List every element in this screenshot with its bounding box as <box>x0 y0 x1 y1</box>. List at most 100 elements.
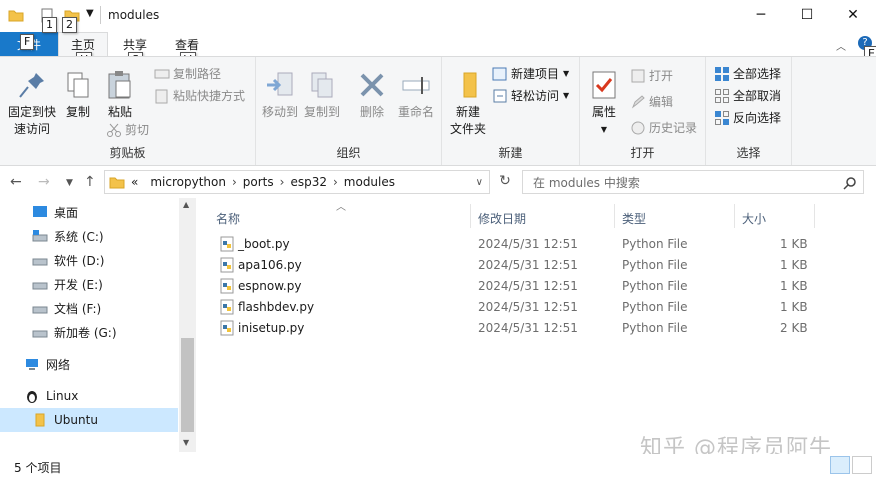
cut-button[interactable]: 剪切 <box>106 121 149 138</box>
table-row[interactable]: flashbdev.py 2024/5/31 12:51 Python File… <box>216 297 816 318</box>
column-size[interactable]: 大小 <box>736 206 814 230</box>
clipboard-group: 固定到快 速访问 复制 粘贴 复制路径 粘贴快捷方式 剪切 剪贴板 <box>0 57 256 165</box>
nav-scrollbar[interactable]: ▲ ▼ <box>179 198 196 452</box>
nav-item-linux[interactable]: Linux <box>0 384 178 408</box>
easy-access-icon <box>493 89 507 102</box>
column-divider[interactable] <box>470 204 471 228</box>
edit-label: 编辑 <box>649 95 674 109</box>
delete-button[interactable]: 删除 <box>354 69 390 121</box>
column-divider[interactable] <box>734 204 735 228</box>
pin-label-1: 固定到快 <box>7 105 56 119</box>
easy-access-button[interactable]: 轻松访问 ▼ <box>492 87 569 104</box>
column-date[interactable]: 修改日期 <box>472 206 612 230</box>
paste-shortcut-button[interactable]: 粘贴快捷方式 <box>154 87 245 104</box>
new-folder-button[interactable]: 新建 文件夹 <box>448 69 488 138</box>
column-divider[interactable] <box>614 204 615 228</box>
file-date: 2024/5/31 12:51 <box>478 300 578 314</box>
nav-label: 网络 <box>46 357 71 372</box>
file-type: Python File <box>622 300 688 314</box>
file-type: Python File <box>622 321 688 335</box>
python-file-icon <box>220 320 234 336</box>
nav-item-desktop[interactable]: 桌面 <box>0 200 178 224</box>
table-row[interactable]: _boot.py 2024/5/31 12:51 Python File 1 K… <box>216 234 816 255</box>
nav-label: 系统 (C:) <box>54 229 104 244</box>
history-label: 历史记录 <box>649 121 698 135</box>
table-row[interactable]: inisetup.py 2024/5/31 12:51 Python File … <box>216 318 816 339</box>
select-all-button[interactable]: 全部选择 <box>714 65 781 82</box>
scroll-up-icon[interactable]: ▲ <box>183 200 189 209</box>
copy-button[interactable]: 复制 <box>62 69 94 121</box>
breadcrumb-esp32[interactable]: esp32 <box>290 175 327 189</box>
history-button[interactable]: 历史记录 <box>630 119 697 136</box>
copy-path-icon <box>154 69 170 78</box>
copy-path-button[interactable]: 复制路径 <box>154 65 221 82</box>
nav-scrollbar-thumb[interactable] <box>181 338 194 432</box>
select-none-button[interactable]: 全部取消 <box>714 87 781 104</box>
nav-item-drive-g[interactable]: 新加卷 (G:) <box>0 320 178 344</box>
rename-button[interactable]: 重命名 <box>394 69 438 121</box>
breadcrumb-overflow[interactable]: « <box>131 175 138 189</box>
column-type[interactable]: 类型 <box>616 206 734 230</box>
properties-button[interactable]: 属性 ▼ <box>588 69 620 138</box>
paste-button[interactable]: 粘贴 <box>104 69 136 121</box>
maximize-button[interactable]: ☐ <box>784 0 830 30</box>
breadcrumb-ports[interactable]: ports <box>243 175 274 189</box>
nav-item-drive-e[interactable]: 开发 (E:) <box>0 272 178 296</box>
edit-button[interactable]: 编辑 <box>630 93 673 110</box>
scroll-down-icon[interactable]: ▼ <box>183 438 189 447</box>
copy-to-button[interactable]: 复制到 <box>302 69 342 121</box>
nav-item-drive-c[interactable]: 系统 (C:) <box>0 224 178 248</box>
nav-item-ubuntu[interactable]: Ubuntu <box>0 408 178 432</box>
pin-icon <box>19 73 44 98</box>
address-folder-icon <box>109 177 125 189</box>
new-item-button[interactable]: 新建项目 ▼ <box>492 65 569 82</box>
breadcrumb-micropython[interactable]: micropython <box>150 175 226 189</box>
forward-arrow-icon[interactable]: → <box>38 174 50 190</box>
breadcrumb-separator-icon[interactable]: › <box>232 175 237 189</box>
paste-label: 粘贴 <box>107 105 132 119</box>
pin-quick-access-button[interactable]: 固定到快 速访问 <box>6 69 58 138</box>
table-row[interactable]: apa106.py 2024/5/31 12:51 Python File 1 … <box>216 255 816 276</box>
breadcrumb-separator-icon[interactable]: › <box>280 175 285 189</box>
column-divider[interactable] <box>814 204 815 228</box>
search-icon[interactable] <box>843 176 857 190</box>
move-to-icon <box>267 72 293 96</box>
quick-access-dropdown-icon[interactable]: ▼ <box>86 8 94 19</box>
back-arrow-icon[interactable]: ← <box>10 174 22 190</box>
nav-item-drive-d[interactable]: 软件 (D:) <box>0 248 178 272</box>
address-bar[interactable]: « micropython › ports › esp32 › modules … <box>104 170 490 194</box>
breadcrumb-modules[interactable]: modules <box>344 175 395 189</box>
paste-icon <box>108 71 131 99</box>
refresh-icon[interactable]: ↻ <box>494 173 516 193</box>
nav-label: Linux <box>46 389 79 403</box>
search-box[interactable]: 在 modules 中搜索 <box>522 170 864 194</box>
move-to-button[interactable]: 移动到 <box>260 69 300 121</box>
file-list: ︿ 名称 修改日期 类型 大小 _boot.py 2024/5/31 12:51… <box>196 198 876 452</box>
open-label: 打开 <box>649 69 674 83</box>
invert-selection-button[interactable]: 反向选择 <box>714 109 781 126</box>
desktop-icon <box>33 206 47 217</box>
new-folder-label-2: 文件夹 <box>449 122 486 136</box>
breadcrumb-separator-icon[interactable]: › <box>333 175 338 189</box>
file-name: apa106.py <box>238 258 302 272</box>
up-arrow-icon[interactable]: ↑ <box>84 174 96 190</box>
file-name: _boot.py <box>238 237 290 251</box>
table-row[interactable]: espnow.py 2024/5/31 12:51 Python File 1 … <box>216 276 816 297</box>
minimize-button[interactable]: ─ <box>738 0 784 30</box>
column-name[interactable]: 名称 <box>210 206 470 230</box>
recent-locations-icon[interactable]: ▼ <box>66 178 73 188</box>
nav-item-drive-f[interactable]: 文档 (F:) <box>0 296 178 320</box>
new-group-label: 新建 <box>498 146 523 160</box>
rename-label: 重命名 <box>397 105 434 119</box>
file-date: 2024/5/31 12:51 <box>478 279 578 293</box>
details-view-icon[interactable] <box>830 456 850 474</box>
nav-item-network[interactable]: 网络 <box>0 352 178 376</box>
large-icons-view-icon[interactable] <box>852 456 872 474</box>
collapse-ribbon-icon[interactable]: ︿ <box>836 38 846 53</box>
keytip-qa1: 1 <box>42 17 57 33</box>
title-divider <box>100 6 101 24</box>
address-dropdown-icon[interactable]: ∨ <box>476 177 483 188</box>
open-button[interactable]: 打开 <box>630 67 673 84</box>
drive-icon <box>32 306 48 314</box>
close-button[interactable]: ✕ <box>830 0 876 30</box>
